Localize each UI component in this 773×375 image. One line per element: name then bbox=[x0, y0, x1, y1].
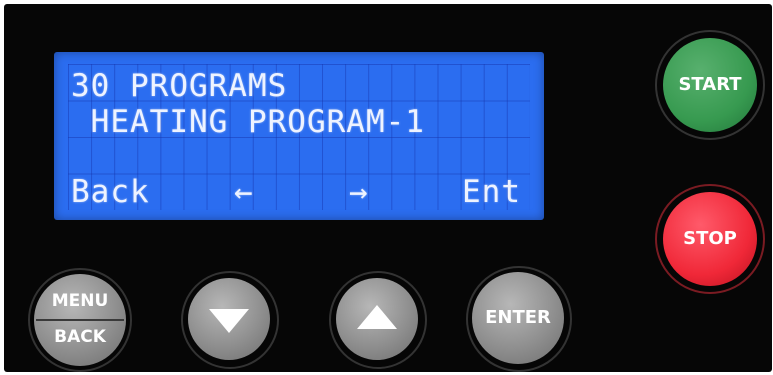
enter-button[interactable]: ENTER bbox=[472, 272, 564, 364]
softkey-left-arrow-icon: ← bbox=[234, 174, 254, 210]
menu-label: MENU bbox=[51, 291, 109, 311]
enter-button-label: ENTER bbox=[485, 307, 551, 328]
menu-back-button[interactable]: MENU BACK bbox=[34, 274, 126, 366]
softkey-back-label: Back bbox=[71, 174, 150, 210]
lcd-line-1: 30 PROGRAMS bbox=[71, 68, 288, 104]
stop-button[interactable]: STOP bbox=[663, 192, 757, 286]
triangle-up-icon bbox=[357, 305, 397, 329]
start-button[interactable]: START bbox=[663, 38, 757, 132]
start-button-label: START bbox=[678, 74, 742, 95]
stop-button-label: STOP bbox=[683, 228, 737, 249]
down-button[interactable] bbox=[188, 278, 270, 360]
lcd-display: 30 PROGRAMS HEATING PROGRAM-1 Back ← → E… bbox=[54, 52, 544, 220]
triangle-down-icon bbox=[209, 309, 249, 333]
control-panel: 30 PROGRAMS HEATING PROGRAM-1 Back ← → E… bbox=[4, 4, 772, 372]
lcd-line-2: HEATING PROGRAM-1 bbox=[71, 104, 425, 140]
softkey-enter-label: Ent bbox=[462, 174, 521, 210]
back-label: BACK bbox=[54, 327, 106, 347]
up-button[interactable] bbox=[336, 278, 418, 360]
softkey-right-arrow-icon: → bbox=[349, 174, 369, 210]
menu-divider bbox=[36, 319, 124, 321]
